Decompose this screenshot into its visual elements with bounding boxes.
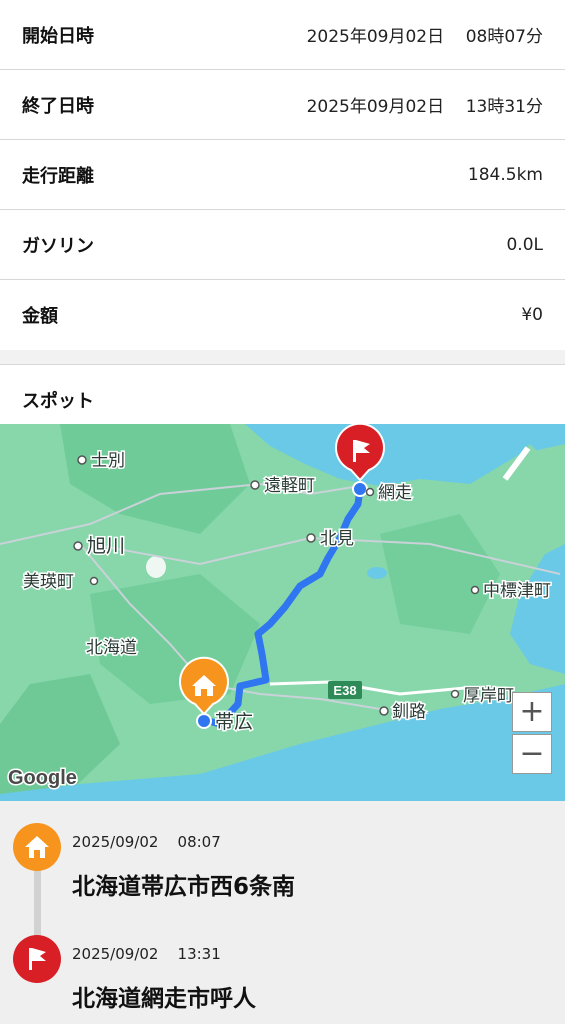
start-marker (13, 823, 61, 871)
place-dot (365, 487, 375, 497)
google-logo: Google (8, 767, 77, 789)
label-shibetsu: 士別 (91, 451, 125, 471)
minus-icon: − (519, 736, 545, 771)
detail-value: 2025年09月02日 13時31分 (306, 97, 543, 117)
detail-row-distance: 走行距離 184.5km (0, 140, 565, 210)
detail-label: 金額 (22, 306, 58, 327)
timeline-address: 北海道帯広市西6条南 (72, 874, 296, 900)
detail-row-amount: 金額 ¥0 (0, 280, 565, 350)
detail-row-gasoline: ガソリン 0.0L (0, 210, 565, 280)
place-dot (89, 576, 99, 586)
label-kushiro: 釧路 (392, 702, 426, 722)
detail-value: ¥0 (521, 305, 543, 325)
flag-icon (29, 948, 46, 970)
map-lake (367, 567, 387, 579)
label-obihiro: 帯広 (215, 711, 253, 733)
place-dot (306, 533, 316, 543)
detail-label: 開始日時 (22, 25, 94, 47)
label-abashiri: 網走 (378, 483, 412, 503)
detail-label: ガソリン (22, 235, 94, 257)
place-dot (470, 585, 480, 595)
detail-value: 0.0L (506, 234, 543, 255)
route-shield-label: E38 (333, 683, 356, 698)
detail-value: 184.5km (467, 164, 543, 185)
label-hokkaido: 北海道 (86, 638, 137, 658)
detail-value: 2025年09月02日 08時07分 (306, 27, 543, 47)
route-end-dot (352, 481, 368, 497)
route-map[interactable]: E38 士別 遠軽町 網走 旭川 北見 美瑛町 中標津町 北海道 帯広 釧路 厚… (0, 424, 565, 801)
place-dot (250, 480, 260, 490)
label-asahikawa: 旭川 (87, 535, 125, 557)
home-icon (25, 836, 49, 858)
detail-label: 終了日時 (22, 95, 94, 117)
place-dot (73, 541, 83, 551)
place-dot (450, 689, 460, 699)
zoom-out-button[interactable]: − (512, 734, 552, 774)
label-kitami: 北見 (320, 529, 354, 549)
label-nakashibetsu: 中標津町 (483, 581, 551, 601)
plus-icon: + (519, 694, 545, 729)
timeline-time: 2025/09/02 13:31 (72, 945, 221, 963)
timeline-time: 2025/09/02 08:07 (72, 833, 221, 851)
timeline-address: 北海道網走市呼人 (72, 986, 256, 1012)
route-start-dot (196, 713, 212, 729)
timeline-connector (34, 861, 41, 941)
zoom-in-button[interactable]: + (512, 692, 552, 732)
trip-details: 開始日時 2025年09月02日 08時07分 終了日時 2025年09月02日… (0, 0, 565, 350)
map-canvas[interactable]: E38 士別 遠軽町 網走 旭川 北見 美瑛町 中標津町 北海道 帯広 釧路 厚… (0, 424, 565, 801)
detail-label: 走行距離 (22, 165, 94, 187)
label-akkeshi: 厚岸町 (463, 686, 514, 706)
label-biei: 美瑛町 (23, 572, 74, 592)
map-lake (146, 556, 166, 578)
place-dot (379, 706, 389, 716)
label-engaru: 遠軽町 (264, 476, 315, 496)
end-marker (13, 935, 61, 983)
section-divider (0, 350, 565, 365)
detail-row-end: 終了日時 2025年09月02日 13時31分 (0, 70, 565, 140)
place-dot (77, 455, 87, 465)
detail-row-start: 開始日時 2025年09月02日 08時07分 (0, 0, 565, 70)
spot-timeline: 2025/09/02 08:07 北海道帯広市西6条南 2025/09/02 1… (0, 801, 565, 1024)
